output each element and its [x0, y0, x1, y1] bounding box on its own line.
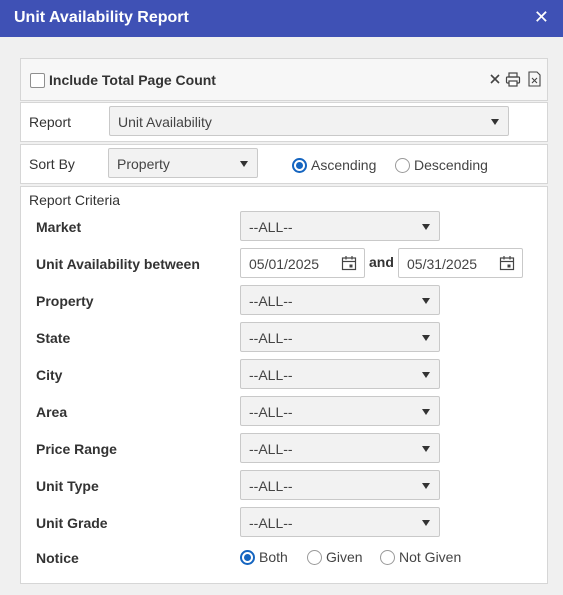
- report-select-value: Unit Availability: [118, 114, 212, 130]
- descending-label: Descending: [414, 157, 488, 173]
- notice-given-radio[interactable]: [307, 550, 322, 565]
- print-icon[interactable]: [504, 70, 522, 88]
- unit-grade-select-value: --ALL--: [249, 515, 293, 531]
- unit-type-select-value: --ALL--: [249, 478, 293, 494]
- toolbar-panel: Include Total Page Count: [20, 58, 548, 101]
- market-label: Market: [36, 219, 82, 235]
- excel-export-icon[interactable]: [525, 70, 543, 88]
- chevron-down-icon: [422, 335, 430, 341]
- notice-given-label: Given: [326, 549, 363, 565]
- report-select[interactable]: Unit Availability: [109, 106, 509, 136]
- chevron-down-icon: [422, 372, 430, 378]
- chevron-down-icon: [422, 520, 430, 526]
- state-select-value: --ALL--: [249, 330, 293, 346]
- city-label: City: [36, 367, 63, 383]
- availability-from-date[interactable]: 05/01/2025: [240, 248, 365, 278]
- price-range-label: Price Range: [36, 441, 117, 457]
- descending-radio[interactable]: [395, 158, 410, 173]
- notice-not-given-label: Not Given: [399, 549, 462, 565]
- chevron-down-icon: [422, 446, 430, 452]
- state-select[interactable]: --ALL--: [240, 322, 440, 352]
- area-label: Area: [36, 404, 68, 420]
- report-content: Include Total Page Count Report Unit Ava…: [0, 37, 563, 595]
- ascending-radio[interactable]: [292, 158, 307, 173]
- report-row: Report Unit Availability: [20, 102, 548, 142]
- unit-grade-select[interactable]: --ALL--: [240, 507, 440, 537]
- report-criteria-panel: Report Criteria Market --ALL-- Unit Avai…: [20, 186, 548, 584]
- price-range-select-value: --ALL--: [249, 441, 293, 457]
- market-select[interactable]: --ALL--: [240, 211, 440, 241]
- chevron-down-icon: [422, 224, 430, 230]
- chevron-down-icon: [422, 483, 430, 489]
- city-select-value: --ALL--: [249, 367, 293, 383]
- chevron-down-icon: [422, 409, 430, 415]
- unit-availability-label: Unit Availability between: [36, 256, 200, 272]
- close-icon[interactable]: [486, 70, 504, 88]
- market-select-value: --ALL--: [249, 219, 293, 235]
- notice-both-label: Both: [259, 549, 288, 565]
- availability-to-date[interactable]: 05/31/2025: [398, 248, 523, 278]
- ascending-label: Ascending: [311, 157, 377, 173]
- notice-not-given-radio[interactable]: [380, 550, 395, 565]
- property-label: Property: [36, 293, 94, 309]
- calendar-icon[interactable]: [499, 255, 515, 271]
- chevron-down-icon: [491, 119, 499, 125]
- notice-both-radio[interactable]: [240, 550, 255, 565]
- availability-from-value: 05/01/2025: [249, 256, 320, 272]
- close-icon[interactable]: ✕: [534, 7, 549, 27]
- property-select[interactable]: --ALL--: [240, 285, 440, 315]
- area-select-value: --ALL--: [249, 404, 293, 420]
- chevron-down-icon: [240, 161, 248, 167]
- sort-by-select[interactable]: Property: [108, 148, 258, 178]
- window-titlebar: Unit Availability Report ✕: [0, 0, 563, 37]
- state-label: State: [36, 330, 71, 346]
- window-title: Unit Availability Report: [14, 9, 189, 26]
- availability-to-value: 05/31/2025: [407, 256, 478, 272]
- price-range-select[interactable]: --ALL--: [240, 433, 440, 463]
- area-select[interactable]: --ALL--: [240, 396, 440, 426]
- report-criteria-heading: Report Criteria: [29, 192, 121, 208]
- calendar-icon[interactable]: [341, 255, 357, 271]
- include-total-page-count-checkbox[interactable]: [30, 73, 45, 88]
- report-label: Report: [29, 114, 72, 130]
- unit-type-select[interactable]: --ALL--: [240, 470, 440, 500]
- unit-type-label: Unit Type: [36, 478, 99, 494]
- city-select[interactable]: --ALL--: [240, 359, 440, 389]
- sort-by-label: Sort By: [29, 156, 75, 172]
- availability-and-label: and: [369, 254, 394, 270]
- property-select-value: --ALL--: [249, 293, 293, 309]
- unit-grade-label: Unit Grade: [36, 515, 108, 531]
- chevron-down-icon: [422, 298, 430, 304]
- notice-label: Notice: [36, 550, 79, 566]
- include-total-page-count-label: Include Total Page Count: [49, 72, 216, 88]
- sort-row: Sort By Property Ascending Descending: [20, 144, 548, 184]
- sort-by-select-value: Property: [117, 156, 170, 172]
